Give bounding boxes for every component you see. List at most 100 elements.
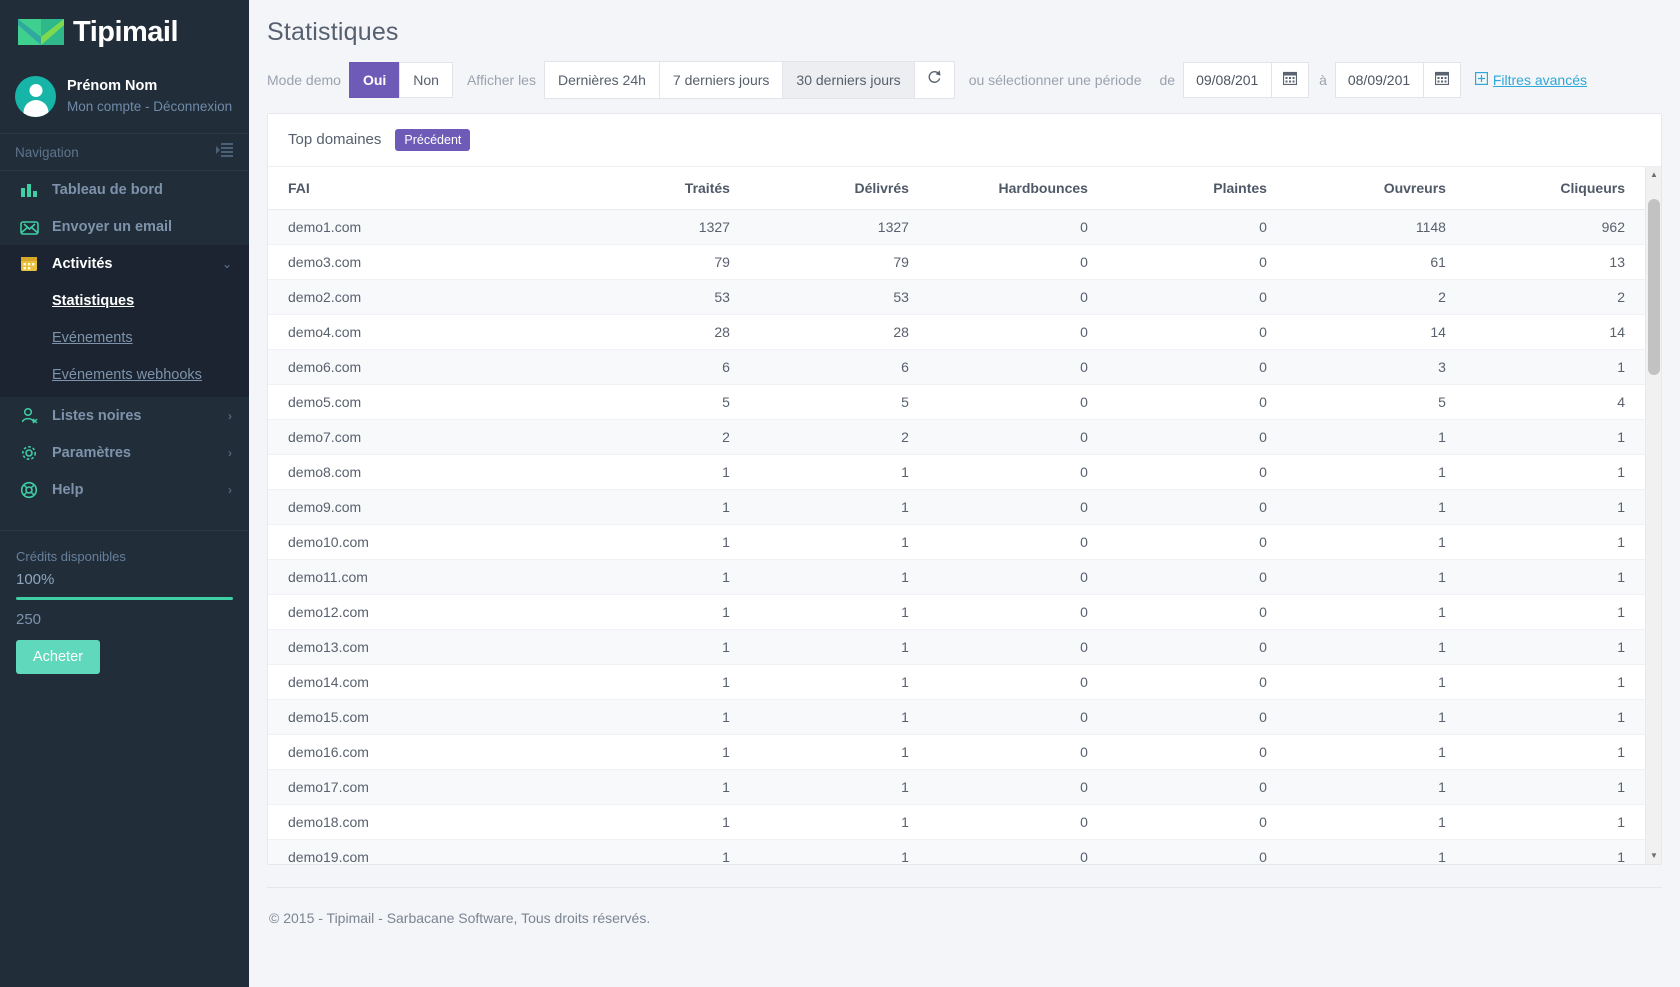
table-cell-value: 3	[1286, 349, 1466, 385]
table-cell-value: 1	[570, 769, 750, 805]
demo-mode-yes-button[interactable]: Oui	[348, 61, 401, 99]
table-cell-value: 1	[1465, 699, 1645, 735]
table-cell-value: 1	[1286, 594, 1466, 630]
table-row[interactable]: demo12.com 1 1 0 0 1 1	[268, 594, 1645, 630]
table-body: demo1.com 1327 1327 0 0 1148 962 demo3.com 79 79 0…	[268, 209, 1645, 864]
table-cell-value: 1	[1286, 629, 1466, 665]
table-row[interactable]: demo13.com 1 1 0 0 1 1	[268, 629, 1645, 665]
sidebar-item-statistiques[interactable]: Statistiques	[0, 282, 249, 319]
sidebar-item-parametres[interactable]: Paramètres ›	[0, 434, 249, 471]
table-row[interactable]: demo2.com 53 53 0 0 2 2	[268, 279, 1645, 315]
table-cell-value: 0	[1107, 314, 1287, 350]
table-row[interactable]: demo6.com 6 6 0 0 3 1	[268, 349, 1645, 385]
scroll-down-arrow-icon[interactable]: ▼	[1646, 847, 1661, 864]
sidebar-item-label: Envoyer un email	[52, 218, 173, 235]
table-cell-domain: demo5.com	[268, 384, 571, 420]
table-row[interactable]: demo1.com 1327 1327 0 0 1148 962	[268, 209, 1645, 245]
demo-mode-no-button[interactable]: Non	[399, 61, 453, 99]
range-7days-button[interactable]: 7 derniers jours	[658, 61, 784, 99]
table-row[interactable]: demo10.com 1 1 0 0 1 1	[268, 524, 1645, 560]
avatar[interactable]	[15, 76, 56, 117]
table-row[interactable]: demo15.com 1 1 0 0 1 1	[268, 699, 1645, 735]
table-cell-value: 6	[570, 349, 750, 385]
table-column-header[interactable]: FAI	[268, 166, 571, 210]
sidebar-item-evenements-webhooks[interactable]: Evénements webhooks	[0, 356, 249, 393]
brand[interactable]: Tipimail	[0, 0, 249, 64]
table-row[interactable]: demo5.com 5 5 0 0 5 4	[268, 384, 1645, 420]
table-row[interactable]: demo3.com 79 79 0 0 61 13	[268, 244, 1645, 280]
date-from-input[interactable]	[1183, 61, 1272, 99]
table-column-header[interactable]: Hardbounces	[928, 166, 1108, 210]
app-root: Tipimail Prénom Nom Mon compte - Déconne…	[0, 0, 1680, 987]
tipimail-envelope-logo-icon	[18, 15, 64, 49]
sidebar-item-tableau-de-bord[interactable]: Tableau de bord	[0, 171, 249, 208]
table-cell-value: 1	[1286, 489, 1466, 525]
table-cell-value: 0	[928, 279, 1108, 315]
scrollbar-track[interactable]	[1646, 183, 1661, 848]
table-column-header[interactable]: Ouvreurs	[1286, 166, 1466, 210]
table-row[interactable]: demo11.com 1 1 0 0 1 1	[268, 559, 1645, 595]
table-cell-value: 1	[1465, 804, 1645, 840]
lifebuoy-icon	[19, 480, 39, 500]
advanced-filters-link[interactable]: Filtres avancés	[1474, 72, 1587, 88]
scrollbar-thumb[interactable]	[1648, 198, 1660, 375]
table-cell-domain: demo11.com	[268, 559, 571, 595]
credits-progress-bar	[16, 596, 233, 600]
table-row[interactable]: demo8.com 1 1 0 0 1 1	[268, 454, 1645, 490]
previous-badge[interactable]: Précédent	[395, 128, 471, 151]
table-cell-domain: demo13.com	[268, 629, 571, 665]
range-button-group: Dernières 24h 7 derniers jours 30 dernie…	[543, 61, 955, 99]
collapse-sidebar-icon[interactable]	[216, 143, 233, 161]
table-cell-domain: demo4.com	[268, 314, 571, 350]
send-email-icon	[19, 217, 39, 237]
table-row[interactable]: demo17.com 1 1 0 0 1 1	[268, 769, 1645, 805]
table-column-header[interactable]: Cliqueurs	[1465, 166, 1645, 210]
table-cell-value: 0	[928, 769, 1108, 805]
date-to-group	[1334, 61, 1461, 99]
sidebar-item-label: Paramètres	[52, 444, 131, 461]
sidebar-item-activites[interactable]: Activités ⌄	[0, 245, 249, 282]
logout-link[interactable]: Déconnexion	[153, 99, 232, 114]
table-row[interactable]: demo7.com 2 2 0 0 1 1	[268, 419, 1645, 455]
table-cell-value: 4	[1465, 384, 1645, 420]
date-from-group	[1183, 61, 1310, 99]
or-select-period-label: ou sélectionner une période	[968, 71, 1142, 88]
sidebar-item-listes-noires[interactable]: Listes noires ›	[0, 397, 249, 434]
table-cell-value: 0	[1107, 279, 1287, 315]
table-cell-value: 14	[1286, 314, 1466, 350]
buy-credits-button[interactable]: Acheter	[16, 639, 100, 674]
table-column-header[interactable]: Traités	[570, 166, 750, 210]
table-row[interactable]: demo4.com 28 28 0 0 14 14	[268, 314, 1645, 350]
table-cell-value: 2	[1465, 279, 1645, 315]
sidebar-item-envoyer-un-email[interactable]: Envoyer un email	[0, 208, 249, 245]
scroll-up-arrow-icon[interactable]: ▲	[1646, 166, 1661, 183]
table-row[interactable]: demo18.com 1 1 0 0 1 1	[268, 804, 1645, 840]
table-cell-domain: demo12.com	[268, 594, 571, 630]
table-head: FAI Traités Délivrés Hardbounces Plaintes Ouv…	[268, 166, 1645, 210]
sidebar-item-help[interactable]: Help ›	[0, 471, 249, 508]
my-account-link[interactable]: Mon compte	[67, 99, 141, 114]
table-cell-value: 5	[1286, 384, 1466, 420]
table-column-header[interactable]: Plaintes	[1107, 166, 1287, 210]
table-cell-value: 0	[1107, 489, 1287, 525]
table-cell-value: 79	[570, 244, 750, 280]
calendar-icon[interactable]	[1271, 61, 1310, 99]
table-row[interactable]: demo16.com 1 1 0 0 1 1	[268, 734, 1645, 770]
table-column-header[interactable]: Délivrés	[749, 166, 929, 210]
vertical-scrollbar[interactable]: ▲ ▼	[1645, 166, 1661, 864]
date-to-input[interactable]	[1334, 61, 1423, 99]
credits-percent: 100%	[16, 570, 55, 588]
range-24h-button[interactable]: Dernières 24h	[543, 61, 660, 99]
table-row[interactable]: demo9.com 1 1 0 0 1 1	[268, 489, 1645, 525]
refresh-icon[interactable]	[913, 61, 955, 99]
range-30days-button[interactable]: 30 derniers jours	[782, 61, 915, 99]
table-cell-value: 1	[1286, 524, 1466, 560]
table-row[interactable]: demo19.com 1 1 0 0 1 1	[268, 839, 1645, 864]
calendar-icon[interactable]	[1422, 61, 1461, 99]
table-row[interactable]: demo14.com 1 1 0 0 1 1	[268, 664, 1645, 700]
table-cell-value: 1	[1286, 769, 1466, 805]
show-label: Afficher les	[466, 71, 536, 88]
panel-title: Top domaines	[288, 131, 382, 149]
sidebar-item-evenements[interactable]: Evénements	[0, 319, 249, 356]
table-cell-value: 2	[1286, 279, 1466, 315]
